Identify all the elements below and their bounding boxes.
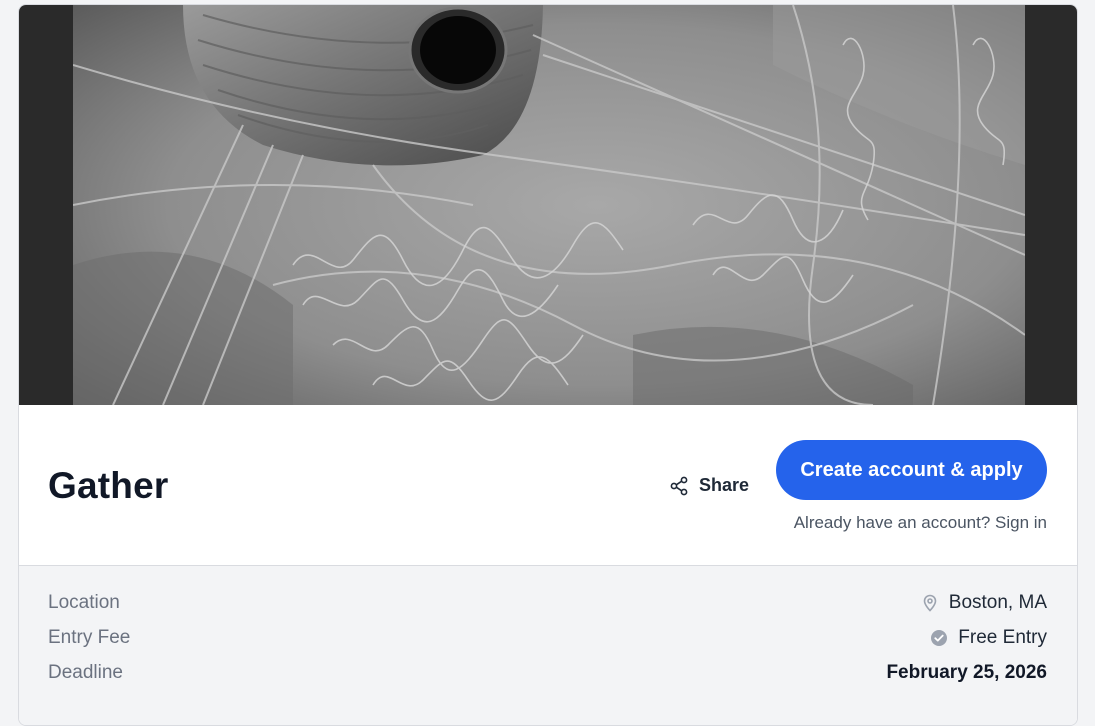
event-header: Gather Share Create account & apply Alre… — [19, 405, 1077, 566]
hero-banner — [19, 5, 1077, 405]
entry-fee-label: Entry Fee — [48, 627, 131, 648]
event-details: Location Boston, MA Entry Fee Free Entry… — [19, 566, 1077, 725]
deadline-value: February 25, 2026 — [886, 662, 1047, 683]
signin-prompt: Already have an account? Sign in — [794, 513, 1047, 533]
deadline-label: Deadline — [48, 662, 123, 683]
detail-row-entry-fee: Entry Fee Free Entry — [48, 623, 1047, 653]
signin-link[interactable]: Sign in — [995, 513, 1047, 532]
page-title: Gather — [48, 465, 169, 506]
detail-row-location: Location Boston, MA — [48, 588, 1047, 618]
location-value-wrap: Boston, MA — [921, 592, 1047, 614]
create-account-apply-button[interactable]: Create account & apply — [776, 440, 1047, 500]
entry-fee-value: Free Entry — [958, 627, 1047, 648]
call-for-entry-card: Gather Share Create account & apply Alre… — [18, 4, 1078, 726]
location-pin-icon — [923, 594, 937, 612]
share-label: Share — [699, 475, 750, 495]
share-icon — [670, 476, 688, 495]
location-value: Boston, MA — [948, 592, 1047, 613]
location-label: Location — [48, 592, 120, 613]
entry-fee-value-wrap: Free Entry — [930, 627, 1047, 649]
share-button[interactable]: Share — [669, 475, 749, 496]
check-circle-icon — [931, 630, 948, 646]
signin-prompt-text: Already have an account? — [793, 513, 996, 532]
detail-row-deadline: Deadline February 25, 2026 — [48, 658, 1047, 688]
hero-photo — [73, 5, 1025, 405]
